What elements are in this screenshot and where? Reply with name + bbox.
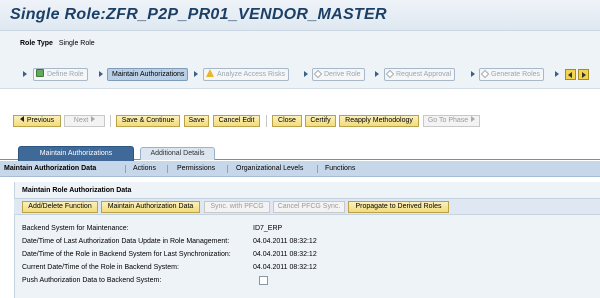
- close-button[interactable]: Close: [272, 115, 302, 127]
- field-label-last-update: Date/Time of Last Authorization Data Upd…: [22, 238, 230, 245]
- subnav-divider: [227, 165, 228, 173]
- save-continue-button[interactable]: Save & Continue: [116, 115, 180, 127]
- subnav-permissions[interactable]: Permissions: [177, 165, 215, 172]
- previous-button[interactable]: Previous: [13, 115, 61, 127]
- arrow-right-icon: [471, 116, 476, 122]
- maintain-authorization-data-button[interactable]: Maintain Authorization Data: [101, 201, 200, 213]
- panel-title: Maintain Role Authorization Data: [22, 187, 132, 194]
- roadmap-step-generate-roles[interactable]: Generate Roles: [479, 68, 545, 81]
- field-value-last-sync: 04.04.2011 08:32:12: [253, 251, 317, 258]
- field-value-current-backend: 04.04.2011 08:32:12: [253, 264, 317, 271]
- roadmap-step-label: Maintain Authorizations: [112, 71, 185, 78]
- tab-additional-details[interactable]: Additional Details: [140, 147, 215, 160]
- propagate-derived-roles-button[interactable]: Propagate to Derived Roles: [348, 201, 449, 213]
- roadmap-start-arrow-icon: [23, 71, 27, 77]
- page-title: Single Role:ZFR_P2P_PR01_VENDOR_MASTER: [10, 6, 387, 23]
- reapply-methodology-button[interactable]: Reapply Methodology: [339, 115, 419, 127]
- role-type-label: Role Type: [20, 40, 53, 47]
- roadmap-scroll-right-button[interactable]: [578, 69, 589, 80]
- tab-maintain-authorizations[interactable]: Maintain Authorizations: [18, 146, 134, 161]
- field-label-push-authorization: Push Authorization Data to Backend Syste…: [22, 277, 162, 284]
- cancel-edit-button[interactable]: Cancel Edit: [213, 115, 260, 127]
- subnav-divider: [125, 165, 126, 173]
- subnav-organizational-levels[interactable]: Organizational Levels: [236, 165, 303, 172]
- roadmap-step-label: Derive Role: [324, 71, 361, 78]
- roadmap-arrow-icon: [194, 71, 198, 77]
- subnav-divider: [317, 165, 318, 173]
- roadmap-step-label: Define Role: [47, 71, 84, 78]
- roadmap-step-request-approval[interactable]: Request Approval: [384, 68, 456, 81]
- roadmap-step-maintain-authorizations[interactable]: Maintain Authorizations: [107, 68, 189, 81]
- next-button[interactable]: Next: [64, 115, 105, 127]
- toolbar-separator: [266, 115, 267, 127]
- arrow-left-icon: [19, 116, 24, 122]
- field-label-last-sync: Date/Time of the Role in Backend System …: [22, 251, 231, 258]
- diamond-icon: [313, 69, 323, 79]
- diamond-icon: [480, 69, 490, 79]
- subnav-functions[interactable]: Functions: [325, 165, 355, 172]
- field-value-backend-system: ID7_ERP: [253, 225, 283, 232]
- roadmap-arrow-icon: [304, 71, 308, 77]
- sync-with-pfcg-button[interactable]: Sync. with PFCG: [204, 201, 270, 213]
- roadmap-arrow-icon: [375, 71, 379, 77]
- subnav-maintain-authorization-data[interactable]: Maintain Authorization Data: [4, 165, 96, 172]
- cancel-pfcg-sync-button[interactable]: Cancel PFCG Sync.: [273, 201, 345, 213]
- go-to-phase-button[interactable]: Go To Phase: [423, 115, 480, 127]
- warning-icon: [206, 69, 214, 77]
- roadmap-arrow-icon: [555, 71, 559, 77]
- certify-button[interactable]: Certify: [305, 115, 336, 127]
- check-icon: [36, 69, 44, 77]
- roadmap-arrow-icon: [99, 71, 103, 77]
- subnav-divider: [167, 165, 168, 173]
- roadmap-step-label: Analyze Access Risks: [217, 71, 286, 78]
- roadmap-step-label: Generate Roles: [491, 71, 541, 78]
- arrow-right-icon: [91, 116, 96, 122]
- push-authorization-checkbox[interactable]: [259, 276, 268, 285]
- field-label-backend-system: Backend System for Maintenance:: [22, 225, 129, 232]
- subnav-actions[interactable]: Actions: [133, 165, 156, 172]
- roadmap-step-label: Request Approval: [396, 71, 452, 78]
- roadmap-step-derive-role[interactable]: Derive Role: [312, 68, 365, 81]
- toolbar-separator: [110, 115, 111, 127]
- roadmap-step-analyze-access-risks[interactable]: Analyze Access Risks: [203, 68, 290, 81]
- save-button[interactable]: Save: [184, 115, 209, 127]
- roadmap-scroll-left-button[interactable]: [565, 69, 576, 80]
- field-value-last-update: 04.04.2011 08:32:12: [253, 238, 317, 245]
- title-bar: Single Role:ZFR_P2P_PR01_VENDOR_MASTER: [0, 0, 600, 31]
- roadmap-step-define-role[interactable]: Define Role: [33, 68, 88, 81]
- field-label-current-backend: Current Date/Time of the Role in Backend…: [22, 264, 179, 271]
- roadmap-arrow-icon: [471, 71, 475, 77]
- role-type-value: Single Role: [58, 40, 95, 47]
- role-type: Role Type Single Role: [20, 40, 95, 47]
- add-delete-function-button[interactable]: Add/Delete Function: [22, 201, 98, 213]
- diamond-icon: [385, 69, 395, 79]
